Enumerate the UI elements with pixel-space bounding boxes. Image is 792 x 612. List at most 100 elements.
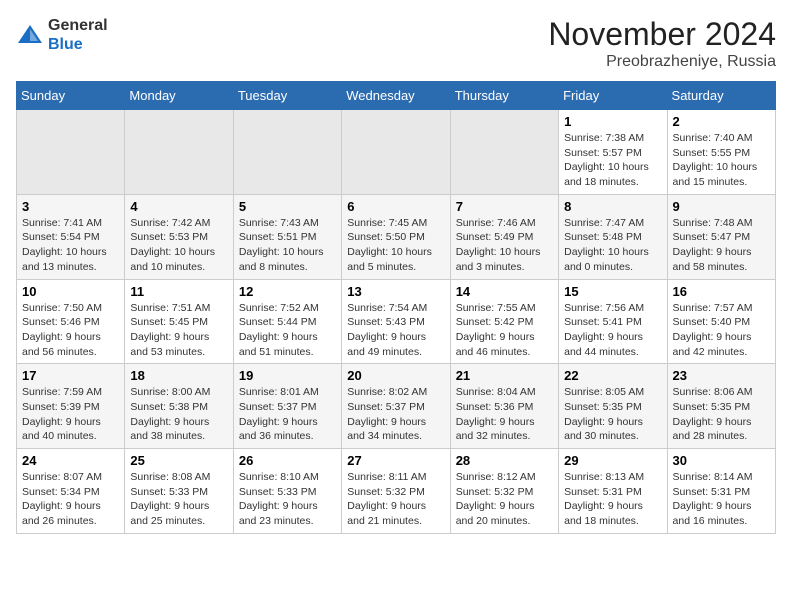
day-number: 2 bbox=[673, 114, 770, 129]
calendar-cell: 1Sunrise: 7:38 AM Sunset: 5:57 PM Daylig… bbox=[559, 110, 667, 195]
calendar-cell bbox=[342, 110, 450, 195]
day-info: Sunrise: 7:43 AM Sunset: 5:51 PM Dayligh… bbox=[239, 216, 336, 275]
day-number: 11 bbox=[130, 284, 227, 299]
day-number: 18 bbox=[130, 368, 227, 383]
day-number: 8 bbox=[564, 199, 661, 214]
day-number: 9 bbox=[673, 199, 770, 214]
calendar-cell bbox=[450, 110, 558, 195]
calendar-cell: 18 Sunrise: 8:00 AM Sunset: 5:38 PM Dayli… bbox=[125, 364, 233, 449]
calendar-cell: 2 Sunrise: 7:40 AM Sunset: 5:55 PM Daylig… bbox=[667, 110, 775, 195]
calendar-cell: 24 Sunrise: 8:07 AM Sunset: 5:34 PM Dayli… bbox=[17, 449, 125, 534]
calendar-cell: 27 Sunrise: 8:11 AM Sunset: 5:32 PM Dayli… bbox=[342, 449, 450, 534]
calendar-cell: 22 Sunrise: 8:05 AM Sunset: 5:35 PM Dayli… bbox=[559, 364, 667, 449]
day-info: Sunrise: 7:45 AM Sunset: 5:50 PM Dayligh… bbox=[347, 216, 444, 275]
week-row-5: 24 Sunrise: 8:07 AM Sunset: 5:34 PM Dayli… bbox=[17, 449, 776, 534]
header: General Blue November 2024 Preobrazheniy… bbox=[16, 16, 776, 71]
day-number: 7 bbox=[456, 199, 553, 214]
calendar-cell: 12 Sunrise: 7:52 AM Sunset: 5:44 PM Dayli… bbox=[233, 279, 341, 364]
day-info: Sunrise: 7:52 AM Sunset: 5:44 PM Dayligh… bbox=[239, 301, 336, 360]
day-info: Sunrise: 7:50 AM Sunset: 5:46 PM Dayligh… bbox=[22, 301, 119, 360]
day-number: 1 bbox=[564, 114, 661, 129]
calendar-cell: 13 Sunrise: 7:54 AM Sunset: 5:43 PM Dayli… bbox=[342, 279, 450, 364]
week-row-3: 10 Sunrise: 7:50 AM Sunset: 5:46 PM Dayli… bbox=[17, 279, 776, 364]
calendar-cell: 25 Sunrise: 8:08 AM Sunset: 5:33 PM Dayli… bbox=[125, 449, 233, 534]
calendar-cell: 17 Sunrise: 7:59 AM Sunset: 5:39 PM Dayli… bbox=[17, 364, 125, 449]
week-row-4: 17 Sunrise: 7:59 AM Sunset: 5:39 PM Dayli… bbox=[17, 364, 776, 449]
calendar-cell: 14 Sunrise: 7:55 AM Sunset: 5:42 PM Dayli… bbox=[450, 279, 558, 364]
calendar-cell: 6 Sunrise: 7:45 AM Sunset: 5:50 PM Daylig… bbox=[342, 194, 450, 279]
logo-icon bbox=[16, 21, 44, 49]
day-info: Sunrise: 7:57 AM Sunset: 5:40 PM Dayligh… bbox=[673, 301, 770, 360]
calendar-cell: 9Sunrise: 7:48 AM Sunset: 5:47 PM Daylig… bbox=[667, 194, 775, 279]
day-number: 28 bbox=[456, 453, 553, 468]
day-number: 4 bbox=[130, 199, 227, 214]
calendar: SundayMondayTuesdayWednesdayThursdayFrid… bbox=[16, 81, 776, 534]
day-number: 20 bbox=[347, 368, 444, 383]
day-info: Sunrise: 8:06 AM Sunset: 5:35 PM Dayligh… bbox=[673, 385, 770, 444]
calendar-cell bbox=[233, 110, 341, 195]
calendar-cell: 20 Sunrise: 8:02 AM Sunset: 5:37 PM Dayli… bbox=[342, 364, 450, 449]
week-row-1: 1Sunrise: 7:38 AM Sunset: 5:57 PM Daylig… bbox=[17, 110, 776, 195]
day-info: Sunrise: 8:12 AM Sunset: 5:32 PM Dayligh… bbox=[456, 470, 553, 529]
day-info: Sunrise: 8:00 AM Sunset: 5:38 PM Dayligh… bbox=[130, 385, 227, 444]
calendar-cell: 21 Sunrise: 8:04 AM Sunset: 5:36 PM Dayli… bbox=[450, 364, 558, 449]
calendar-cell: 11 Sunrise: 7:51 AM Sunset: 5:45 PM Dayli… bbox=[125, 279, 233, 364]
day-number: 13 bbox=[347, 284, 444, 299]
day-info: Sunrise: 8:04 AM Sunset: 5:36 PM Dayligh… bbox=[456, 385, 553, 444]
calendar-cell bbox=[125, 110, 233, 195]
logo: General Blue bbox=[16, 16, 108, 54]
day-info: Sunrise: 8:01 AM Sunset: 5:37 PM Dayligh… bbox=[239, 385, 336, 444]
calendar-cell: 4Sunrise: 7:42 AM Sunset: 5:53 PM Daylig… bbox=[125, 194, 233, 279]
calendar-cell: 19Sunrise: 8:01 AM Sunset: 5:37 PM Dayli… bbox=[233, 364, 341, 449]
calendar-cell: 3 Sunrise: 7:41 AM Sunset: 5:54 PM Daylig… bbox=[17, 194, 125, 279]
day-number: 15 bbox=[564, 284, 661, 299]
day-info: Sunrise: 7:59 AM Sunset: 5:39 PM Dayligh… bbox=[22, 385, 119, 444]
day-number: 25 bbox=[130, 453, 227, 468]
day-number: 22 bbox=[564, 368, 661, 383]
day-number: 27 bbox=[347, 453, 444, 468]
day-info: Sunrise: 8:05 AM Sunset: 5:35 PM Dayligh… bbox=[564, 385, 661, 444]
day-info: Sunrise: 8:11 AM Sunset: 5:32 PM Dayligh… bbox=[347, 470, 444, 529]
day-info: Sunrise: 7:41 AM Sunset: 5:54 PM Dayligh… bbox=[22, 216, 119, 275]
title-area: November 2024 Preobrazheniye, Russia bbox=[548, 16, 776, 71]
day-number: 30 bbox=[673, 453, 770, 468]
day-number: 3 bbox=[22, 199, 119, 214]
day-info: Sunrise: 8:02 AM Sunset: 5:37 PM Dayligh… bbox=[347, 385, 444, 444]
day-number: 17 bbox=[22, 368, 119, 383]
day-info: Sunrise: 7:51 AM Sunset: 5:45 PM Dayligh… bbox=[130, 301, 227, 360]
weekday-header-thursday: Thursday bbox=[450, 82, 558, 110]
calendar-cell: 23 Sunrise: 8:06 AM Sunset: 5:35 PM Dayli… bbox=[667, 364, 775, 449]
week-row-2: 3 Sunrise: 7:41 AM Sunset: 5:54 PM Daylig… bbox=[17, 194, 776, 279]
day-number: 10 bbox=[22, 284, 119, 299]
weekday-header-monday: Monday bbox=[125, 82, 233, 110]
calendar-cell: 5 Sunrise: 7:43 AM Sunset: 5:51 PM Daylig… bbox=[233, 194, 341, 279]
day-info: Sunrise: 8:08 AM Sunset: 5:33 PM Dayligh… bbox=[130, 470, 227, 529]
day-number: 24 bbox=[22, 453, 119, 468]
day-info: Sunrise: 7:55 AM Sunset: 5:42 PM Dayligh… bbox=[456, 301, 553, 360]
calendar-cell: 28 Sunrise: 8:12 AM Sunset: 5:32 PM Dayli… bbox=[450, 449, 558, 534]
day-number: 6 bbox=[347, 199, 444, 214]
day-number: 5 bbox=[239, 199, 336, 214]
weekday-header-row: SundayMondayTuesdayWednesdayThursdayFrid… bbox=[17, 82, 776, 110]
calendar-cell: 10 Sunrise: 7:50 AM Sunset: 5:46 PM Dayli… bbox=[17, 279, 125, 364]
day-info: Sunrise: 8:14 AM Sunset: 5:31 PM Dayligh… bbox=[673, 470, 770, 529]
day-number: 21 bbox=[456, 368, 553, 383]
day-number: 23 bbox=[673, 368, 770, 383]
day-info: Sunrise: 7:56 AM Sunset: 5:41 PM Dayligh… bbox=[564, 301, 661, 360]
calendar-cell: 15 Sunrise: 7:56 AM Sunset: 5:41 PM Dayli… bbox=[559, 279, 667, 364]
weekday-header-tuesday: Tuesday bbox=[233, 82, 341, 110]
calendar-cell: 29Sunrise: 8:13 AM Sunset: 5:31 PM Dayli… bbox=[559, 449, 667, 534]
day-info: Sunrise: 7:54 AM Sunset: 5:43 PM Dayligh… bbox=[347, 301, 444, 360]
day-number: 12 bbox=[239, 284, 336, 299]
day-number: 14 bbox=[456, 284, 553, 299]
day-number: 29 bbox=[564, 453, 661, 468]
calendar-cell: 30 Sunrise: 8:14 AM Sunset: 5:31 PM Dayli… bbox=[667, 449, 775, 534]
weekday-header-wednesday: Wednesday bbox=[342, 82, 450, 110]
logo-text: General Blue bbox=[48, 16, 108, 54]
day-info: Sunrise: 7:40 AM Sunset: 5:55 PM Dayligh… bbox=[673, 131, 770, 190]
day-info: Sunrise: 7:46 AM Sunset: 5:49 PM Dayligh… bbox=[456, 216, 553, 275]
day-info: Sunrise: 8:07 AM Sunset: 5:34 PM Dayligh… bbox=[22, 470, 119, 529]
day-number: 16 bbox=[673, 284, 770, 299]
weekday-header-saturday: Saturday bbox=[667, 82, 775, 110]
calendar-cell: 26Sunrise: 8:10 AM Sunset: 5:33 PM Dayli… bbox=[233, 449, 341, 534]
